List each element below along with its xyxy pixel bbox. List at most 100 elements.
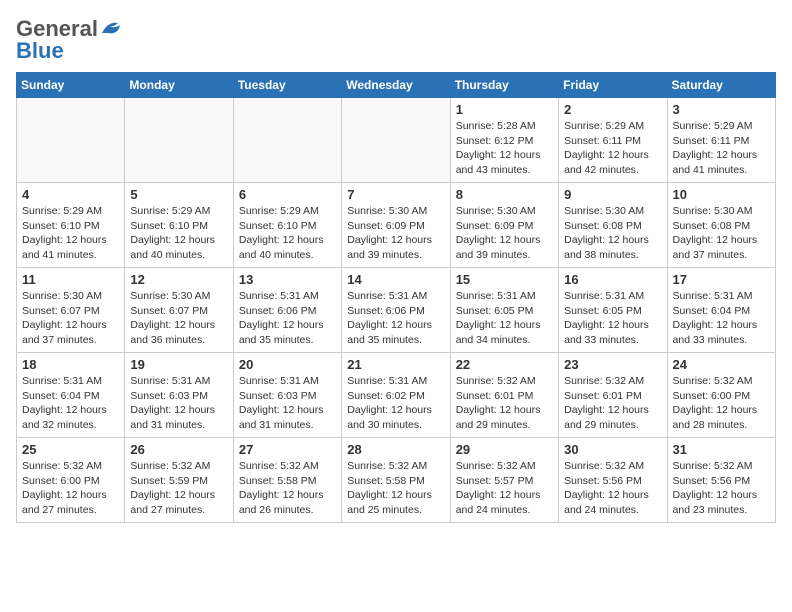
calendar-cell: 10 Sunrise: 5:30 AMSunset: 6:08 PMDayligh… (667, 183, 775, 268)
day-number: 1 (456, 102, 553, 117)
day-number: 3 (673, 102, 770, 117)
day-info: Sunrise: 5:31 AMSunset: 6:04 PMDaylight:… (673, 289, 770, 348)
day-number: 11 (22, 272, 119, 287)
calendar-cell: 18 Sunrise: 5:31 AMSunset: 6:04 PMDayligh… (17, 353, 125, 438)
calendar-cell: 1 Sunrise: 5:28 AMSunset: 6:12 PMDaylight… (450, 98, 558, 183)
calendar-cell: 22 Sunrise: 5:32 AMSunset: 6:01 PMDayligh… (450, 353, 558, 438)
calendar-cell: 26 Sunrise: 5:32 AMSunset: 5:59 PMDayligh… (125, 438, 233, 523)
day-info: Sunrise: 5:32 AMSunset: 5:59 PMDaylight:… (130, 459, 227, 518)
day-number: 25 (22, 442, 119, 457)
calendar-cell: 24 Sunrise: 5:32 AMSunset: 6:00 PMDayligh… (667, 353, 775, 438)
day-number: 9 (564, 187, 661, 202)
calendar-cell: 9 Sunrise: 5:30 AMSunset: 6:08 PMDaylight… (559, 183, 667, 268)
day-info: Sunrise: 5:30 AMSunset: 6:08 PMDaylight:… (564, 204, 661, 263)
calendar-cell: 4 Sunrise: 5:29 AMSunset: 6:10 PMDaylight… (17, 183, 125, 268)
calendar-cell: 29 Sunrise: 5:32 AMSunset: 5:57 PMDayligh… (450, 438, 558, 523)
week-row-2: 4 Sunrise: 5:29 AMSunset: 6:10 PMDaylight… (17, 183, 776, 268)
calendar-cell: 19 Sunrise: 5:31 AMSunset: 6:03 PMDayligh… (125, 353, 233, 438)
day-number: 5 (130, 187, 227, 202)
day-number: 10 (673, 187, 770, 202)
day-info: Sunrise: 5:31 AMSunset: 6:05 PMDaylight:… (456, 289, 553, 348)
calendar-cell: 28 Sunrise: 5:32 AMSunset: 5:58 PMDayligh… (342, 438, 450, 523)
day-number: 13 (239, 272, 336, 287)
day-header-friday: Friday (559, 73, 667, 98)
day-info: Sunrise: 5:32 AMSunset: 6:00 PMDaylight:… (673, 374, 770, 433)
day-number: 7 (347, 187, 444, 202)
day-number: 27 (239, 442, 336, 457)
day-info: Sunrise: 5:29 AMSunset: 6:11 PMDaylight:… (564, 119, 661, 178)
day-number: 4 (22, 187, 119, 202)
day-info: Sunrise: 5:32 AMSunset: 6:01 PMDaylight:… (564, 374, 661, 433)
day-number: 22 (456, 357, 553, 372)
day-header-tuesday: Tuesday (233, 73, 341, 98)
day-header-thursday: Thursday (450, 73, 558, 98)
day-info: Sunrise: 5:31 AMSunset: 6:06 PMDaylight:… (239, 289, 336, 348)
day-number: 8 (456, 187, 553, 202)
day-info: Sunrise: 5:32 AMSunset: 5:56 PMDaylight:… (564, 459, 661, 518)
day-info: Sunrise: 5:32 AMSunset: 6:00 PMDaylight:… (22, 459, 119, 518)
calendar-cell: 17 Sunrise: 5:31 AMSunset: 6:04 PMDayligh… (667, 268, 775, 353)
day-number: 20 (239, 357, 336, 372)
day-info: Sunrise: 5:29 AMSunset: 6:11 PMDaylight:… (673, 119, 770, 178)
calendar-cell: 5 Sunrise: 5:29 AMSunset: 6:10 PMDaylight… (125, 183, 233, 268)
day-number: 18 (22, 357, 119, 372)
calendar-cell: 12 Sunrise: 5:30 AMSunset: 6:07 PMDayligh… (125, 268, 233, 353)
calendar-cell: 30 Sunrise: 5:32 AMSunset: 5:56 PMDayligh… (559, 438, 667, 523)
day-info: Sunrise: 5:28 AMSunset: 6:12 PMDaylight:… (456, 119, 553, 178)
calendar-cell: 31 Sunrise: 5:32 AMSunset: 5:56 PMDayligh… (667, 438, 775, 523)
calendar-cell: 8 Sunrise: 5:30 AMSunset: 6:09 PMDaylight… (450, 183, 558, 268)
week-row-5: 25 Sunrise: 5:32 AMSunset: 6:00 PMDayligh… (17, 438, 776, 523)
day-number: 29 (456, 442, 553, 457)
day-number: 19 (130, 357, 227, 372)
day-info: Sunrise: 5:30 AMSunset: 6:07 PMDaylight:… (130, 289, 227, 348)
logo-bird-icon (100, 19, 122, 37)
day-info: Sunrise: 5:31 AMSunset: 6:05 PMDaylight:… (564, 289, 661, 348)
logo-blue: Blue (16, 38, 64, 64)
calendar-cell: 6Sunrise: 5:29 AMSunset: 6:10 PMDaylight… (233, 183, 341, 268)
calendar-header-row: SundayMondayTuesdayWednesdayThursdayFrid… (17, 73, 776, 98)
day-header-sunday: Sunday (17, 73, 125, 98)
week-row-4: 18 Sunrise: 5:31 AMSunset: 6:04 PMDayligh… (17, 353, 776, 438)
day-info: Sunrise: 5:30 AMSunset: 6:07 PMDaylight:… (22, 289, 119, 348)
day-number: 30 (564, 442, 661, 457)
day-number: 15 (456, 272, 553, 287)
day-info: Sunrise: 5:30 AMSunset: 6:08 PMDaylight:… (673, 204, 770, 263)
day-info: Sunrise: 5:31 AMSunset: 6:04 PMDaylight:… (22, 374, 119, 433)
logo: General Blue (16, 16, 122, 64)
day-info: Sunrise: 5:30 AMSunset: 6:09 PMDaylight:… (456, 204, 553, 263)
day-number: 31 (673, 442, 770, 457)
day-info: Sunrise: 5:31 AMSunset: 6:03 PMDaylight:… (130, 374, 227, 433)
day-info: Sunrise: 5:32 AMSunset: 5:57 PMDaylight:… (456, 459, 553, 518)
day-number: 16 (564, 272, 661, 287)
day-number: 26 (130, 442, 227, 457)
day-info: Sunrise: 5:29 AMSunset: 6:10 PMDaylight:… (22, 204, 119, 263)
day-info: Sunrise: 5:32 AMSunset: 6:01 PMDaylight:… (456, 374, 553, 433)
day-header-monday: Monday (125, 73, 233, 98)
day-number: 24 (673, 357, 770, 372)
calendar-cell: 2Sunrise: 5:29 AMSunset: 6:11 PMDaylight… (559, 98, 667, 183)
day-number: 23 (564, 357, 661, 372)
day-info: Sunrise: 5:31 AMSunset: 6:03 PMDaylight:… (239, 374, 336, 433)
calendar-cell: 11 Sunrise: 5:30 AMSunset: 6:07 PMDayligh… (17, 268, 125, 353)
calendar-cell: 20 Sunrise: 5:31 AMSunset: 6:03 PMDayligh… (233, 353, 341, 438)
day-header-saturday: Saturday (667, 73, 775, 98)
calendar-cell: 15 Sunrise: 5:31 AMSunset: 6:05 PMDayligh… (450, 268, 558, 353)
day-number: 28 (347, 442, 444, 457)
day-number: 17 (673, 272, 770, 287)
day-number: 14 (347, 272, 444, 287)
calendar-table: SundayMondayTuesdayWednesdayThursdayFrid… (16, 72, 776, 523)
day-info: Sunrise: 5:30 AMSunset: 6:09 PMDaylight:… (347, 204, 444, 263)
calendar-cell: 21 Sunrise: 5:31 AMSunset: 6:02 PMDayligh… (342, 353, 450, 438)
calendar-cell: 3 Sunrise: 5:29 AMSunset: 6:11 PMDaylight… (667, 98, 775, 183)
day-info: Sunrise: 5:32 AMSunset: 5:56 PMDaylight:… (673, 459, 770, 518)
day-number: 12 (130, 272, 227, 287)
day-info: Sunrise: 5:31 AMSunset: 6:02 PMDaylight:… (347, 374, 444, 433)
page-header: General Blue (16, 16, 776, 64)
day-info: Sunrise: 5:29 AMSunset: 6:10 PMDaylight:… (130, 204, 227, 263)
day-number: 21 (347, 357, 444, 372)
day-info: Sunrise: 5:32 AMSunset: 5:58 PMDaylight:… (347, 459, 444, 518)
calendar-cell: 27Sunrise: 5:32 AMSunset: 5:58 PMDayligh… (233, 438, 341, 523)
day-header-wednesday: Wednesday (342, 73, 450, 98)
calendar-cell (342, 98, 450, 183)
calendar-cell: 23 Sunrise: 5:32 AMSunset: 6:01 PMDayligh… (559, 353, 667, 438)
